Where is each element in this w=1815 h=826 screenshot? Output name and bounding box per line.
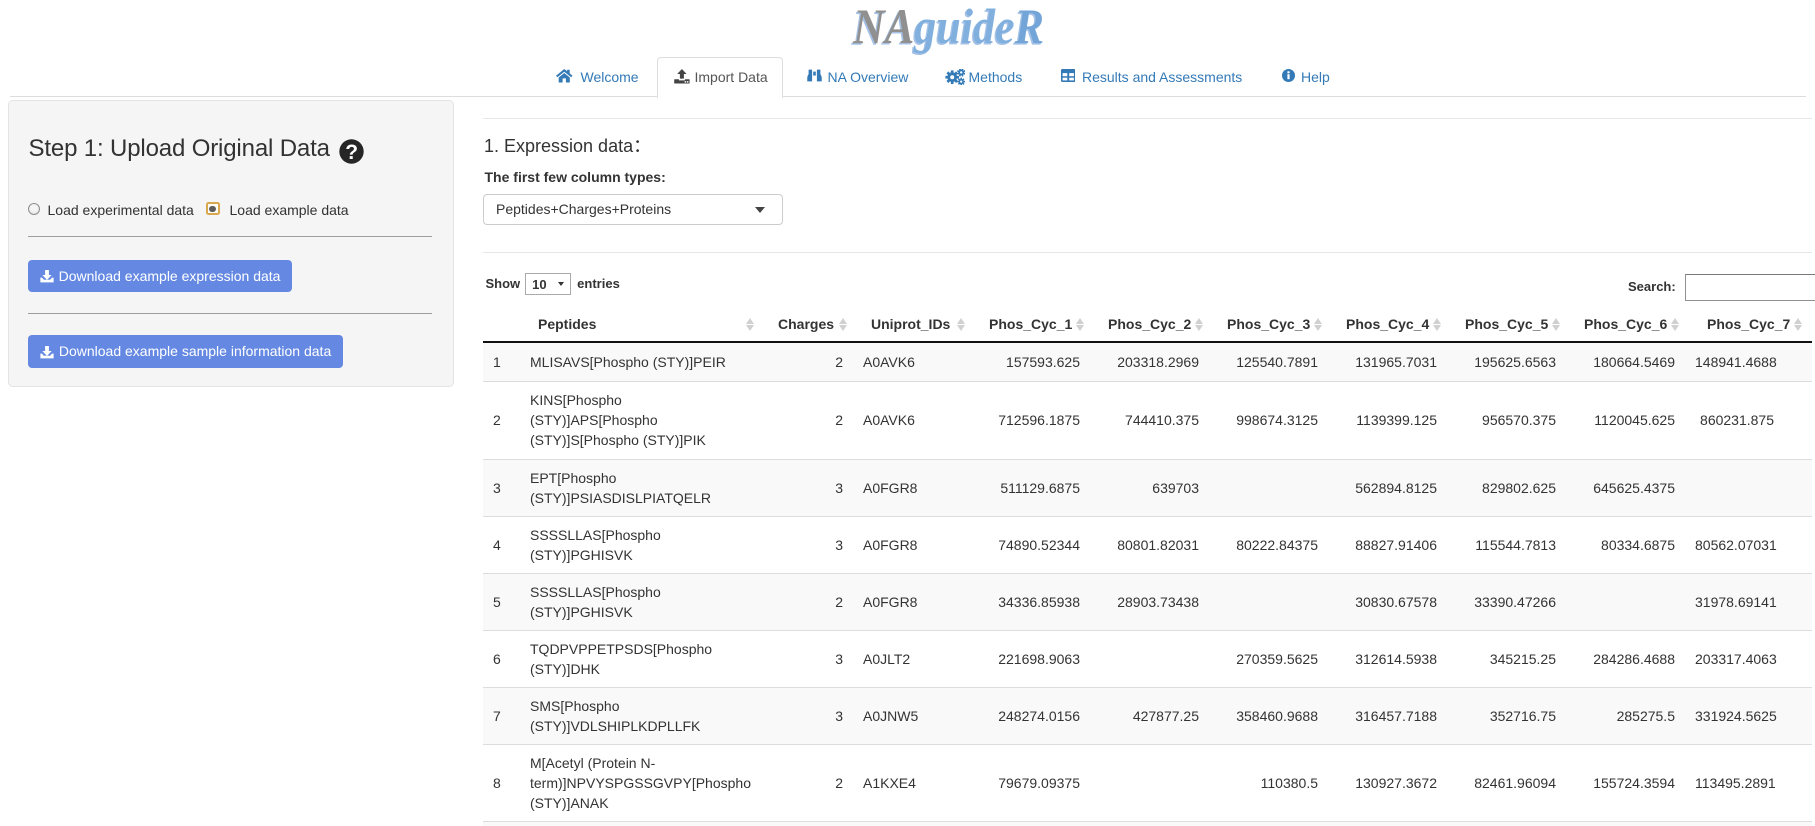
svg-text:?: ? [345,141,358,164]
svg-text:NAguideR: NAguideR [852,4,1044,54]
